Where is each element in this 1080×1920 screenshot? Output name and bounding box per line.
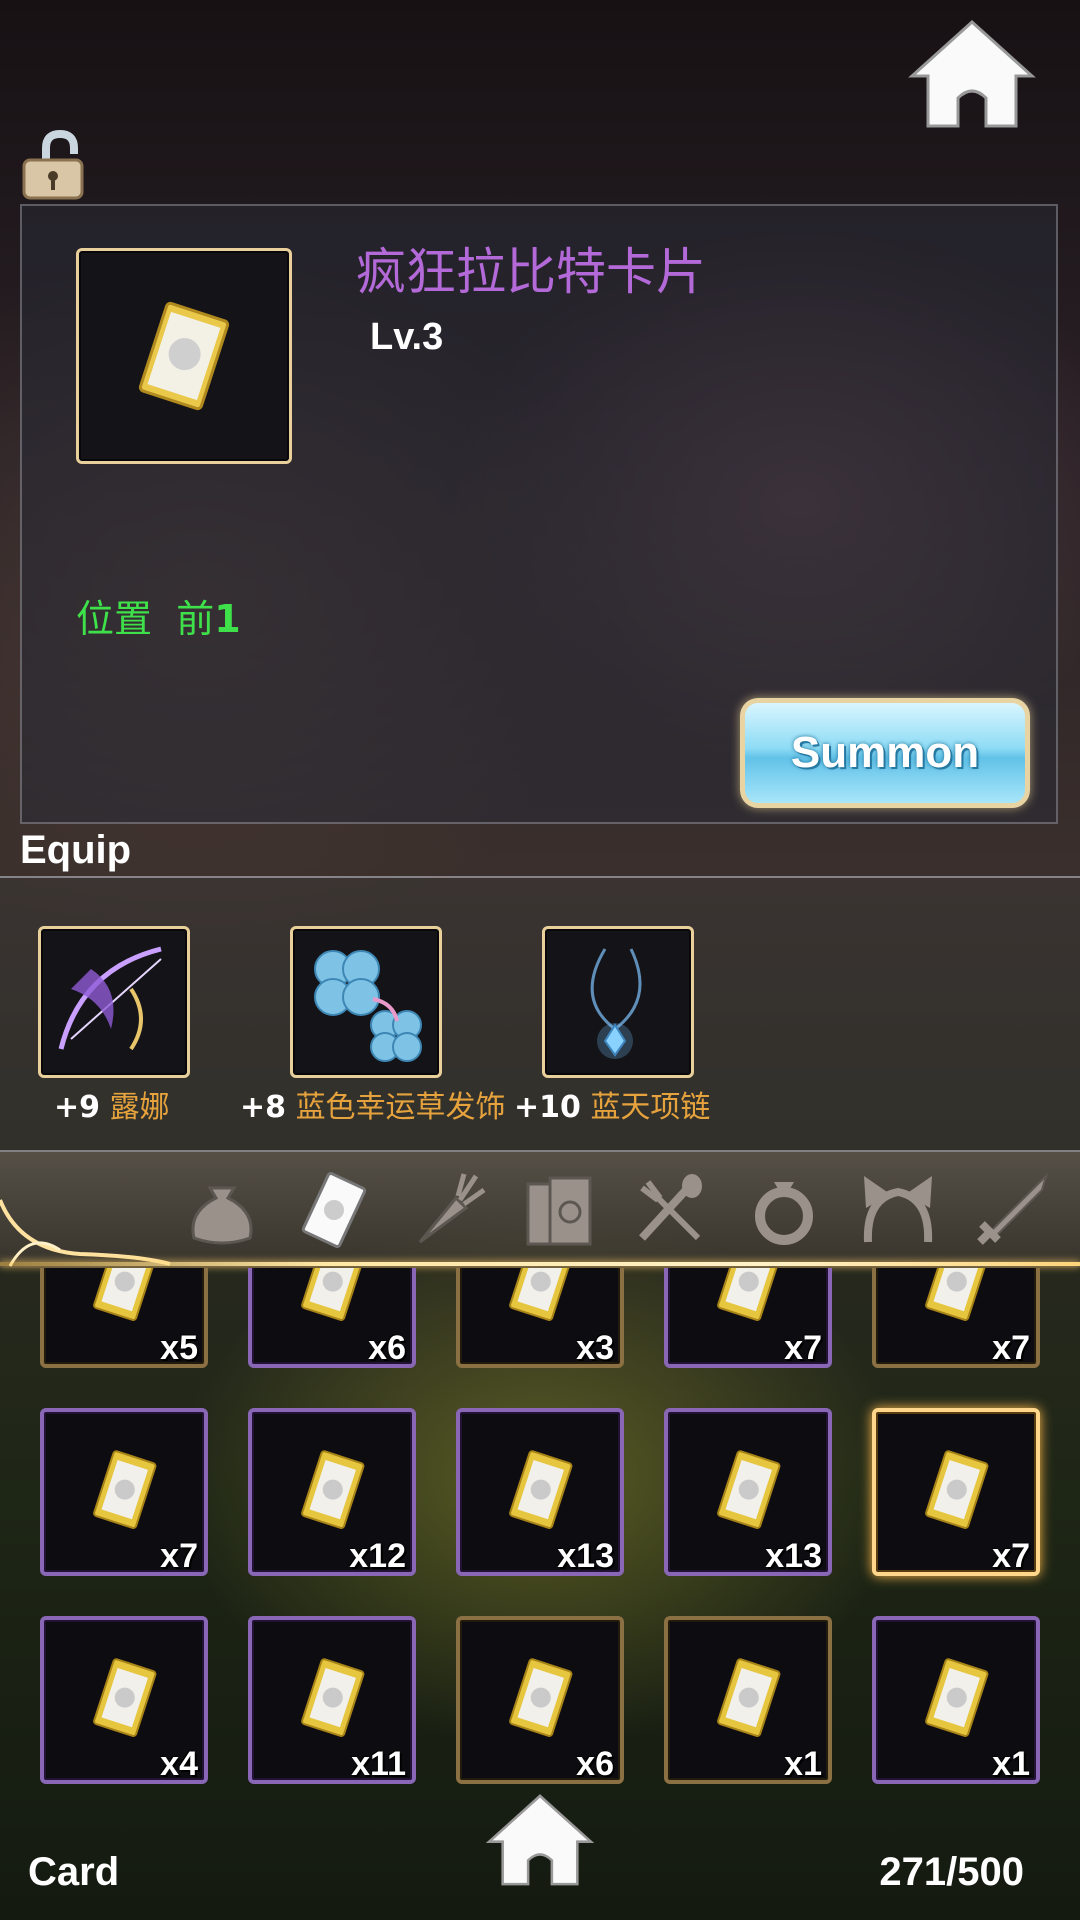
equip-slot-hairpin[interactable] <box>290 926 442 1078</box>
equip-label-3: +10 蓝天项链 <box>514 1082 710 1126</box>
equip-label-2: +8 蓝色幸运草发饰 <box>240 1082 506 1126</box>
inventory-slot[interactable]: x13 <box>456 1408 624 1576</box>
equip-title: Equip <box>20 828 132 872</box>
unlocked-padlock-icon[interactable] <box>20 129 86 207</box>
category-label: Card <box>28 1850 120 1894</box>
item-count: x6 <box>368 1329 406 1367</box>
equip-plus-2: +8 <box>240 1090 287 1125</box>
rabbit-card-icon <box>905 1439 1007 1545</box>
rabbit-card-icon <box>489 1268 591 1337</box>
rabbit-card-icon <box>281 1647 383 1753</box>
inventory-slot[interactable]: x7 <box>872 1268 1040 1368</box>
item-count: x11 <box>351 1745 406 1783</box>
carrot-icon[interactable] <box>404 1168 488 1252</box>
equip-slot-bow[interactable] <box>38 926 190 1078</box>
item-count: x7 <box>992 1329 1030 1367</box>
winged-bow-icon <box>58 946 162 1051</box>
spoon-fork-icon[interactable] <box>628 1168 712 1252</box>
position-value: 前 <box>176 597 215 641</box>
blue-crystal-necklace-icon <box>590 948 642 1059</box>
sword-icon[interactable] <box>970 1168 1054 1252</box>
item-count: x4 <box>160 1745 198 1783</box>
item-count: x7 <box>784 1329 822 1367</box>
summon-button[interactable]: Summon <box>740 698 1030 808</box>
item-level: Lv.3 <box>370 316 444 358</box>
item-count: x5 <box>160 1329 198 1367</box>
tabbar-gold-line <box>0 1262 1080 1266</box>
rabbit-card-icon <box>73 1268 175 1337</box>
inventory-slot[interactable]: x7 <box>664 1268 832 1368</box>
item-name: 疯狂拉比特卡片 <box>356 243 706 301</box>
bottom-home-icon[interactable] <box>484 1792 596 1893</box>
home-icon[interactable] <box>906 18 1038 130</box>
rabbit-card-icon <box>697 1647 799 1753</box>
inventory-slot[interactable]: x1 <box>872 1616 1040 1784</box>
item-count: x1 <box>992 1745 1030 1783</box>
rabbit-card-icon <box>281 1268 383 1337</box>
equip-name-3: 蓝天项链 <box>590 1090 711 1125</box>
inventory-slot[interactable]: x5 <box>40 1268 208 1368</box>
rabbit-card-icon <box>697 1439 799 1545</box>
item-count: x12 <box>349 1537 406 1575</box>
item-count: x7 <box>992 1537 1030 1575</box>
rabbit-card-icon <box>73 1647 175 1753</box>
inventory-slot[interactable]: x1 <box>664 1616 832 1784</box>
item-count: x13 <box>557 1537 614 1575</box>
item-count: x6 <box>576 1745 614 1783</box>
rabbit-card-icon <box>697 1268 799 1337</box>
equip-plus-3: +10 <box>514 1090 581 1125</box>
rabbit-card-icon <box>489 1439 591 1545</box>
inventory-grid: x5 x6 x3 x7 x7 x7 x12 x13 x13 x7 x4 x11 x6 x1 x1 <box>0 1268 1080 1788</box>
inventory-slot[interactable]: x7 <box>40 1408 208 1576</box>
item-count: x7 <box>160 1537 198 1575</box>
inventory-slot[interactable]: x6 <box>248 1268 416 1368</box>
equip-label-1: +9 露娜 <box>54 1082 170 1126</box>
position-label: 位置 <box>76 597 153 641</box>
inventory-slot[interactable]: x7 <box>872 1408 1040 1576</box>
position-text: 位置 前1 <box>76 588 241 643</box>
rabbit-card-icon <box>905 1268 1007 1337</box>
inventory-slot[interactable]: x3 <box>456 1268 624 1368</box>
books-icon[interactable] <box>516 1168 600 1252</box>
inventory-slot[interactable]: x6 <box>456 1616 624 1784</box>
rabbit-card-icon <box>138 301 230 411</box>
rabbit-card-icon <box>73 1439 175 1545</box>
blue-clover-hairpin-icon <box>314 950 422 1062</box>
inventory-slot[interactable]: x13 <box>664 1408 832 1576</box>
inventory-slot[interactable]: x4 <box>40 1616 208 1784</box>
position-number: 1 <box>214 597 241 641</box>
item-count: x13 <box>765 1537 822 1575</box>
inventory-capacity: 271/500 <box>879 1850 1024 1894</box>
inventory-slot[interactable]: x12 <box>248 1408 416 1576</box>
item-count: x1 <box>784 1745 822 1783</box>
item-count: x3 <box>576 1329 614 1367</box>
ring-icon[interactable] <box>742 1168 826 1252</box>
equip-slot-necklace[interactable] <box>542 926 694 1078</box>
detail-item-slot <box>76 248 292 464</box>
rabbit-card-icon <box>905 1647 1007 1753</box>
bag-icon[interactable] <box>180 1168 264 1252</box>
equip-plus-1: +9 <box>54 1090 101 1125</box>
equip-name-2: 蓝色幸运草发饰 <box>295 1090 506 1125</box>
card-icon[interactable] <box>292 1168 376 1252</box>
rabbit-card-icon <box>281 1439 383 1545</box>
rabbit-card-icon <box>489 1647 591 1753</box>
cat-ear-headband-icon[interactable] <box>856 1168 940 1252</box>
equip-name-1: 露娜 <box>109 1090 170 1125</box>
inventory-slot[interactable]: x11 <box>248 1616 416 1784</box>
